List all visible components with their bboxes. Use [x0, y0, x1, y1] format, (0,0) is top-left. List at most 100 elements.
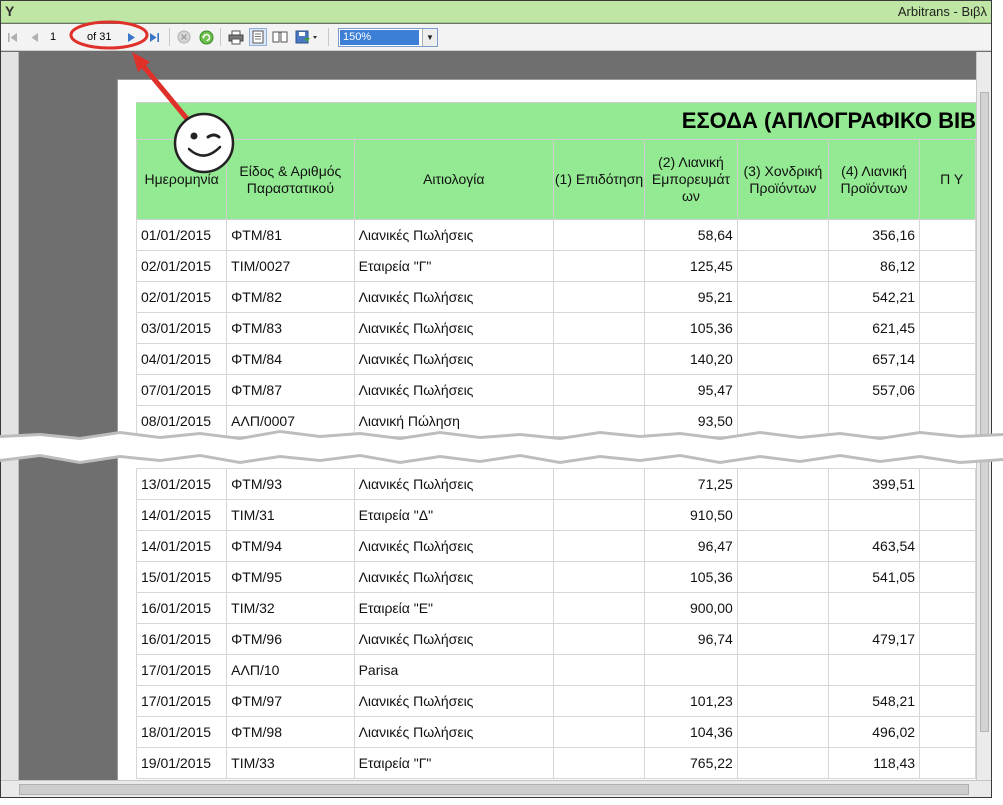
column-header: (3) Χονδρική Προϊόντων: [736, 139, 829, 220]
table-cell: [736, 654, 829, 686]
table-cell: Εταιρεία "Γ": [353, 250, 554, 282]
table-cell: Λιανικές Πωλήσεις: [353, 281, 554, 313]
window-title: Arbitrans - Βιβλ: [897, 4, 987, 19]
table-cell: [736, 685, 829, 717]
print-icon[interactable]: [227, 28, 245, 46]
table-cell: 463,54: [827, 530, 921, 562]
horizontal-scroll-thumb[interactable]: [19, 784, 969, 795]
table-cell: [919, 219, 976, 251]
table-row: 19/01/2015 ΤΙΜ/33 Εταιρεία "Γ" 765,22 118,43: [135, 747, 976, 779]
table-cell: 17/01/2015: [135, 685, 228, 717]
table-cell: 13/01/2015: [135, 468, 228, 500]
table-cell: [552, 654, 646, 686]
table-cell: 14/01/2015: [135, 499, 228, 531]
table-cell: Parisa: [353, 654, 554, 686]
table-cell: [736, 530, 829, 562]
table-row: 04/01/2015 ΦΤΜ/84 Λιανικές Πωλήσεις 140,20 6…: [135, 343, 976, 375]
table-cell: [552, 374, 646, 406]
table-cell: Λιανικές Πωλήσεις: [353, 623, 554, 655]
table-cell: [736, 219, 829, 251]
table-cell: [919, 312, 976, 344]
table-cell: 16/01/2015: [135, 623, 228, 655]
table-cell: ΤΙΜ/32: [226, 592, 355, 624]
zoom-select[interactable]: 150% ▼: [338, 28, 438, 47]
table-cell: ΑΛΠ/10: [226, 654, 355, 686]
current-page-input[interactable]: 1: [43, 29, 73, 46]
table-cell: ΤΙΜ/0027: [226, 250, 355, 282]
next-page-icon[interactable]: [124, 28, 138, 46]
toolbar-separator: [169, 28, 170, 46]
table-cell: 17/01/2015: [135, 654, 228, 686]
horizontal-scrollbar[interactable]: [1, 780, 991, 797]
table-row: 13/01/2015 ΦΤΜ/93 Λιανικές Πωλήσεις 71,25 39…: [135, 468, 976, 500]
table-cell: Λιανικές Πωλήσεις: [353, 561, 554, 593]
export-icon[interactable]: [294, 28, 320, 46]
refresh-icon[interactable]: [198, 28, 214, 46]
previous-page-icon[interactable]: [27, 28, 41, 46]
table-row: 02/01/2015 ΤΙΜ/0027 Εταιρεία "Γ" 125,45 86,1…: [135, 250, 976, 282]
table-cell: [552, 219, 646, 251]
table-cell: Λιανικές Πωλήσεις: [353, 374, 554, 406]
table-cell: [827, 654, 921, 686]
table-cell: 900,00: [644, 592, 738, 624]
first-page-icon[interactable]: [5, 28, 19, 46]
table-cell: ΦΤΜ/93: [226, 468, 355, 500]
table-cell: [736, 623, 829, 655]
table-cell: [552, 592, 646, 624]
report-title: ΕΣΟΔΑ (ΑΠΛΟΓΡΑΦΙΚΟ ΒΙΒ: [136, 102, 976, 139]
print-layout-icon[interactable]: [249, 28, 267, 46]
table-cell: 03/01/2015: [135, 312, 228, 344]
table-cell: [919, 250, 976, 282]
table-cell: Λιανικές Πωλήσεις: [353, 716, 554, 748]
table-cell: [644, 654, 738, 686]
table-cell: 04/01/2015: [135, 343, 228, 375]
table-cell: [919, 343, 976, 375]
last-page-icon[interactable]: [147, 28, 161, 46]
table-cell: [552, 468, 646, 500]
vertical-scroll-thumb[interactable]: [980, 92, 989, 732]
table-cell: 542,21: [827, 281, 921, 313]
table-cell: ΦΤΜ/95: [226, 561, 355, 593]
column-header: (2) Λιανική Εμπορευμάτ ων: [644, 139, 738, 220]
table-cell: [919, 592, 976, 624]
title-bar: Y Arbitrans - Βιβλ: [1, 1, 991, 23]
table-cell: Λιανικές Πωλήσεις: [353, 685, 554, 717]
table-cell: Εταιρεία "Δ": [353, 499, 554, 531]
table-cell: 548,21: [827, 685, 921, 717]
table-cell: 557,06: [827, 374, 921, 406]
chevron-down-icon[interactable]: ▼: [422, 29, 437, 46]
table-cell: 104,36: [644, 716, 738, 748]
table-cell: 105,36: [644, 561, 738, 593]
torn-page-divider: [0, 430, 1003, 464]
table-cell: ΦΤΜ/84: [226, 343, 355, 375]
toolbar-separator: [328, 28, 329, 46]
table-cell: Λιανικές Πωλήσεις: [353, 312, 554, 344]
table-cell: Εταιρεία "Ε": [353, 592, 554, 624]
table-cell: 479,17: [827, 623, 921, 655]
zoom-value: 150%: [340, 30, 419, 45]
table-cell: [552, 530, 646, 562]
table-cell: [919, 685, 976, 717]
vertical-scrollbar[interactable]: [976, 52, 991, 780]
table-row: 14/01/2015 ΤΙΜ/31 Εταιρεία "Δ" 910,50: [135, 499, 976, 531]
stop-icon[interactable]: [176, 28, 192, 46]
table-cell: Λιανικές Πωλήσεις: [353, 219, 554, 251]
table-cell: 58,64: [644, 219, 738, 251]
table-cell: 125,45: [644, 250, 738, 282]
table-row: 16/01/2015 ΤΙΜ/32 Εταιρεία "Ε" 900,00: [135, 592, 976, 624]
page-setup-icon[interactable]: [271, 28, 289, 46]
table-cell: 15/01/2015: [135, 561, 228, 593]
table-body: 01/01/2015 ΦΤΜ/81 Λιανικές Πωλήσεις 58,64 35…: [135, 219, 976, 779]
table-cell: ΤΙΜ/33: [226, 747, 355, 779]
table-cell: 01/01/2015: [135, 219, 228, 251]
report-viewer-window: Y Arbitrans - Βιβλ 1 of 31 150% ▼ ΕΣΟΔΑ …: [0, 0, 992, 798]
table-cell: [552, 312, 646, 344]
table-cell: [736, 343, 829, 375]
table-row: 01/01/2015 ΦΤΜ/81 Λιανικές Πωλήσεις 58,64 35…: [135, 219, 976, 251]
column-header: Είδος & Αριθμός Παραστατικού: [226, 139, 355, 220]
table-cell: ΦΤΜ/87: [226, 374, 355, 406]
table-cell: Λιανικές Πωλήσεις: [353, 468, 554, 500]
table-cell: ΦΤΜ/94: [226, 530, 355, 562]
table-cell: ΤΙΜ/31: [226, 499, 355, 531]
table-cell: Λιανικές Πωλήσεις: [353, 530, 554, 562]
